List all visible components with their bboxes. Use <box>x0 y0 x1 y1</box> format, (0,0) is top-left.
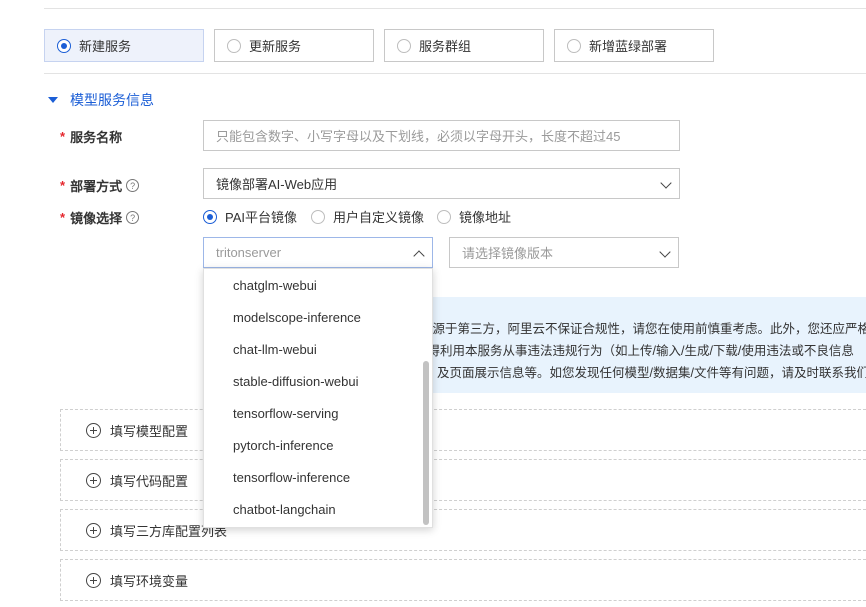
radio-pai-image-label: PAI平台镜像 <box>225 210 297 225</box>
top-divider <box>44 8 866 9</box>
dropdown-option[interactable]: chat-llm-webui <box>233 342 317 357</box>
dropdown-option[interactable]: modelscope-inference <box>233 310 361 325</box>
plus-circle-icon <box>86 522 101 538</box>
image-select-label: * 镜像选择 ? <box>60 208 140 227</box>
chevron-down-icon <box>659 246 671 258</box>
radio-custom-image-label: 用户自定义镜像 <box>333 210 425 225</box>
radio-image-address[interactable]: 镜像地址 <box>437 207 511 226</box>
mode-blue-green[interactable]: 新增蓝绿部署 <box>554 29 714 62</box>
image-select-label-text: 镜像选择 <box>70 211 123 226</box>
deploy-method-value: 镜像部署AI-Web应用 <box>216 177 338 192</box>
radio-selected-icon <box>57 38 71 53</box>
dropdown-option[interactable]: tensorflow-serving <box>233 406 339 421</box>
required-mark: * <box>60 129 66 144</box>
dropdown-option[interactable]: chatglm-webui <box>233 278 317 293</box>
required-mark: * <box>60 210 66 225</box>
mode-service-group-label: 服务群组 <box>419 39 472 54</box>
radio-unselected-icon <box>437 209 451 224</box>
section-divider <box>44 73 866 74</box>
dropdown-option[interactable]: pytorch-inference <box>233 438 333 453</box>
dropdown-option[interactable]: chatbot-langchain <box>233 502 336 517</box>
image-version-placeholder: 请选择镜像版本 <box>462 246 554 261</box>
mode-update-service[interactable]: 更新服务 <box>214 29 374 62</box>
section-toggle-model-service-info[interactable]: 模型服务信息 <box>48 90 154 110</box>
radio-unselected-icon <box>311 209 325 224</box>
collapse-model-config-label: 填写模型配置 <box>110 423 189 439</box>
radio-pai-image[interactable]: PAI平台镜像 <box>203 207 297 226</box>
collapse-third-party-libs[interactable]: 填写三方库配置列表 <box>60 509 866 551</box>
mode-update-service-label: 更新服务 <box>249 39 302 54</box>
collapse-code-config[interactable]: 填写代码配置 <box>60 459 866 501</box>
mode-blue-green-label: 新增蓝绿部署 <box>589 39 668 54</box>
plus-circle-icon <box>86 572 101 588</box>
question-circle-icon[interactable]: ? <box>126 179 140 192</box>
service-name-label-text: 服务名称 <box>70 130 123 145</box>
collapse-code-config-label: 填写代码配置 <box>110 473 189 489</box>
radio-custom-image[interactable]: 用户自定义镜像 <box>311 207 424 226</box>
mode-new-service-label: 新建服务 <box>79 39 132 54</box>
deploy-method-label: * 部署方式 ? <box>60 176 140 195</box>
question-circle-icon[interactable]: ? <box>126 211 140 224</box>
plus-circle-icon <box>86 472 101 488</box>
collapse-model-config[interactable]: 填写模型配置 <box>60 409 866 451</box>
mode-service-group[interactable]: 服务群组 <box>384 29 544 62</box>
section-title: 模型服务信息 <box>70 92 154 108</box>
image-version-select[interactable]: 请选择镜像版本 <box>449 237 679 268</box>
radio-unselected-icon <box>397 38 411 53</box>
image-search-value: tritonserver <box>216 245 282 260</box>
dropdown-option[interactable]: tensorflow-inference <box>233 470 350 485</box>
service-name-label: * 服务名称 <box>60 127 122 146</box>
mode-new-service[interactable]: 新建服务 <box>44 29 204 62</box>
service-name-placeholder: 只能包含数字、小写字母以及下划线，必须以字母开头，长度不超过45 <box>216 129 621 144</box>
chevron-up-icon <box>413 250 425 262</box>
deploy-method-label-text: 部署方式 <box>70 179 123 194</box>
service-name-input[interactable]: 只能包含数字、小写字母以及下划线，必须以字母开头，长度不超过45 <box>203 120 680 151</box>
caret-down-icon <box>48 97 58 103</box>
image-dropdown-list: chatglm-webui modelscope-inference chat-… <box>203 268 433 528</box>
radio-unselected-icon <box>567 38 581 53</box>
dropdown-option[interactable]: stable-diffusion-webui <box>233 374 359 389</box>
image-search-input[interactable]: tritonserver <box>203 237 433 268</box>
chevron-down-icon <box>660 177 672 189</box>
deploy-method-select[interactable]: 镜像部署AI-Web应用 <box>203 168 680 199</box>
dropdown-scrollbar[interactable] <box>423 361 429 525</box>
radio-selected-icon <box>203 209 217 224</box>
plus-circle-icon <box>86 422 101 438</box>
radio-unselected-icon <box>227 38 241 53</box>
notice-line: 来源于第三方，阿里云不保证合规性，请您在使用前慎重考虑。此外，您还应严格遵 <box>420 322 866 336</box>
collapse-env-vars[interactable]: 填写环境变量 <box>60 559 866 601</box>
notice-line: 及页面展示信息等。如您发现任何模型/数据集/文件等有问题，请及时联系我们处 <box>437 366 866 380</box>
compliance-notice: 来源于第三方，阿里云不保证合规性，请您在使用前慎重考虑。此外，您还应严格遵 不得… <box>420 297 866 393</box>
notice-line: 不得利用本服务从事违法违规行为（如上传/输入/生成/下载/使用违法或不良信息 <box>420 344 854 358</box>
required-mark: * <box>60 178 66 193</box>
radio-image-address-label: 镜像地址 <box>459 210 512 225</box>
collapse-env-vars-label: 填写环境变量 <box>110 573 189 589</box>
